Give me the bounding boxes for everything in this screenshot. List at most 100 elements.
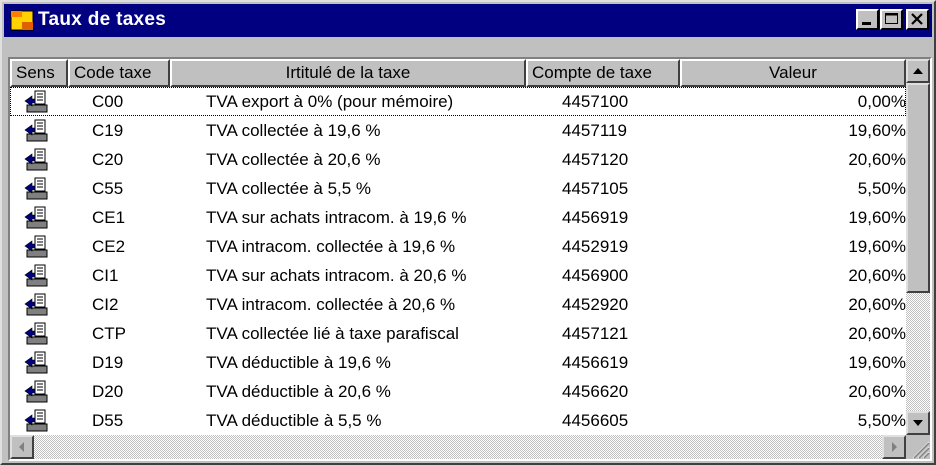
- document-arrow-icon: [24, 206, 50, 230]
- document-arrow-icon: [24, 119, 50, 143]
- scroll-left-button[interactable]: [10, 435, 34, 459]
- cell-compte: 4457100: [562, 92, 629, 111]
- cell-intitule: TVA intracom. collectée à 20,6 %: [206, 295, 456, 314]
- document-arrow-icon: [24, 235, 50, 259]
- cell-valeur: 20,60%: [848, 324, 906, 343]
- document-arrow-icon: [24, 90, 50, 114]
- maximize-icon: [885, 13, 898, 24]
- cell-code-taxe: D19: [92, 353, 124, 372]
- cell-intitule: TVA sur achats intracom. à 19,6 %: [206, 208, 467, 227]
- cell-valeur: 20,60%: [848, 382, 906, 401]
- document-arrow-icon: [24, 409, 50, 433]
- document-arrow-icon: [24, 148, 50, 172]
- table-row[interactable]: CTP TVA collectée lié à taxe parafiscal 44…: [10, 319, 906, 348]
- cell-intitule: TVA collectée à 20,6 %: [206, 150, 381, 169]
- cell-code-taxe: C00: [92, 92, 124, 111]
- document-arrow-icon: [24, 351, 50, 375]
- cell-intitule: TVA collectée à 5,5 %: [206, 179, 372, 198]
- cell-compte: 4452920: [562, 295, 629, 314]
- tax-rates-list[interactable]: Sens Code taxe Irtitulé de la taxe Compt…: [8, 57, 932, 461]
- cell-valeur: 19,60%: [848, 121, 906, 140]
- cell-code-taxe: CE1: [92, 208, 126, 227]
- cell-code-taxe: CI2: [92, 295, 119, 314]
- document-arrow-icon: [24, 380, 50, 404]
- arrow-down-icon: [913, 420, 923, 426]
- column-header-sens[interactable]: Sens: [10, 59, 68, 87]
- table-row[interactable]: C55 TVA collectée à 5,5 % 4457105 5,50%: [10, 174, 906, 203]
- cell-code-taxe: C19: [92, 121, 124, 140]
- cell-intitule: TVA déductible à 5,5 %: [206, 411, 382, 430]
- vertical-scrollbar[interactable]: [906, 59, 930, 435]
- cell-code-taxe: C55: [92, 179, 124, 198]
- resize-grip-icon: [912, 441, 930, 459]
- horizontal-scrollbar[interactable]: [10, 435, 906, 459]
- document-arrow-icon: [24, 293, 50, 317]
- cell-compte: 4456620: [562, 382, 629, 401]
- list-header: Sens Code taxe Irtitulé de la taxe Compt…: [10, 59, 906, 87]
- cell-intitule: TVA déductible à 20,6 %: [206, 382, 391, 401]
- title-bar[interactable]: Taux de taxes: [4, 4, 932, 37]
- cell-compte: 4456605: [562, 411, 629, 430]
- cell-code-taxe: C20: [92, 150, 124, 169]
- cell-compte: 4456900: [562, 266, 629, 285]
- close-icon: [911, 13, 923, 25]
- window-title: Taux de taxes: [38, 9, 167, 30]
- vertical-scroll-thumb[interactable]: [906, 83, 930, 293]
- document-arrow-icon: [24, 264, 50, 288]
- cell-compte: 4457119: [562, 121, 627, 140]
- table-row[interactable]: C00 TVA export à 0% (pour mémoire) 4457100…: [10, 87, 906, 116]
- column-header-valeur[interactable]: Valeur: [680, 59, 906, 87]
- cell-valeur: 5,50%: [857, 179, 906, 198]
- table-row[interactable]: C20 TVA collectée à 20,6 % 4457120 20,60%: [10, 145, 906, 174]
- cell-valeur: 19,60%: [848, 208, 906, 227]
- scroll-right-button[interactable]: [882, 435, 906, 459]
- table-row[interactable]: CI1 TVA sur achats intracom. à 20,6 % 4456…: [10, 261, 906, 290]
- cell-compte: 4457105: [562, 179, 629, 198]
- cell-valeur: 5,50%: [857, 411, 906, 430]
- arrow-right-icon: [892, 442, 897, 452]
- cell-valeur: 19,60%: [848, 353, 906, 372]
- cell-valeur: 20,60%: [848, 295, 906, 314]
- cell-intitule: TVA collectée à 19,6 %: [206, 121, 381, 140]
- cell-code-taxe: CI1: [92, 266, 119, 285]
- resize-grip[interactable]: [906, 435, 930, 459]
- arrow-left-icon: [19, 442, 24, 452]
- minimize-icon: [862, 22, 871, 25]
- cell-code-taxe: D55: [92, 411, 124, 430]
- cell-intitule: TVA export à 0% (pour mémoire): [206, 92, 454, 111]
- cell-compte: 4457120: [562, 150, 629, 169]
- cell-code-taxe: D20: [92, 382, 124, 401]
- cell-code-taxe: CTP: [92, 324, 126, 343]
- cell-intitule: TVA sur achats intracom. à 20,6 %: [206, 266, 467, 285]
- cell-valeur: 20,60%: [848, 266, 906, 285]
- list-rows: C00 TVA export à 0% (pour mémoire) 4457100…: [10, 87, 906, 435]
- column-header-intitule[interactable]: Irtitulé de la taxe: [170, 59, 526, 87]
- table-row[interactable]: C19 TVA collectée à 19,6 % 4457119 19,60%: [10, 116, 906, 145]
- table-row[interactable]: CE1 TVA sur achats intracom. à 19,6 % 4456…: [10, 203, 906, 232]
- cell-code-taxe: CE2: [92, 237, 126, 256]
- table-row[interactable]: D55 TVA déductible à 5,5 % 4456605 5,50%: [10, 406, 906, 435]
- scroll-up-button[interactable]: [906, 59, 930, 83]
- cell-compte: 4452919: [562, 237, 629, 256]
- taux-de-taxes-window: Taux de taxes Sens Code taxe Irtitulé de…: [0, 0, 936, 465]
- table-row[interactable]: D19 TVA déductible à 19,6 % 4456619 19,60%: [10, 348, 906, 377]
- minimize-button[interactable]: [856, 9, 879, 30]
- arrow-up-icon: [913, 68, 923, 74]
- table-row[interactable]: CI2 TVA intracom. collectée à 20,6 % 44529…: [10, 290, 906, 319]
- scroll-down-button[interactable]: [906, 411, 930, 435]
- column-header-code-taxe[interactable]: Code taxe: [68, 59, 170, 87]
- cell-valeur: 19,60%: [848, 237, 906, 256]
- table-row[interactable]: D20 TVA déductible à 20,6 % 4456620 20,60%: [10, 377, 906, 406]
- cell-compte: 4456619: [562, 353, 629, 372]
- close-button[interactable]: [906, 9, 929, 30]
- folder-app-icon: [10, 10, 34, 31]
- cell-valeur: 0,00%: [857, 92, 906, 111]
- cell-compte: 4456919: [562, 208, 629, 227]
- cell-intitule: TVA collectée lié à taxe parafiscal: [206, 324, 459, 343]
- table-row[interactable]: CE2 TVA intracom. collectée à 19,6 % 44529…: [10, 232, 906, 261]
- cell-intitule: TVA intracom. collectée à 19,6 %: [206, 237, 456, 256]
- maximize-button[interactable]: [880, 9, 903, 30]
- column-header-compte[interactable]: Compte de taxe: [526, 59, 680, 87]
- document-arrow-icon: [24, 322, 50, 346]
- cell-intitule: TVA déductible à 19,6 %: [206, 353, 391, 372]
